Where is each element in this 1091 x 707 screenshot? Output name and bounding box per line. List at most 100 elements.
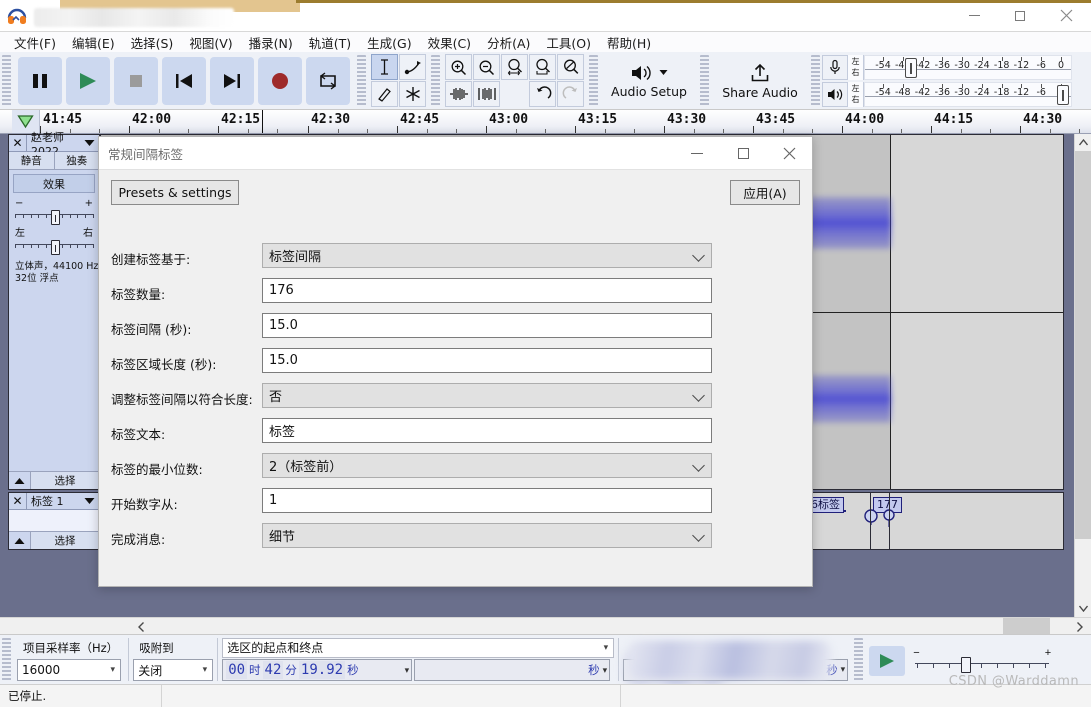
menu-view[interactable]: 视图(V) — [181, 31, 240, 54]
record-meter[interactable]: 左右 -54 -48 -42 -36 -30 -24 -18 -12 -6 0 — [822, 54, 1072, 80]
tools-toolbar-grip[interactable] — [357, 55, 366, 106]
window-minimize-button[interactable] — [951, 0, 997, 31]
mute-button[interactable]: 静音 — [9, 152, 55, 169]
multi-tool[interactable] — [399, 81, 426, 107]
track-close-button[interactable]: ✕ — [9, 135, 27, 151]
menu-tools[interactable]: 工具(O) — [538, 31, 599, 54]
selection-tool[interactable] — [371, 54, 398, 80]
play-at-speed-button[interactable] — [869, 645, 906, 676]
pan-slider[interactable]: 左 右 — [15, 229, 94, 255]
completion-message-select[interactable]: 细节 — [262, 523, 712, 548]
start-minutes[interactable]: 42 — [262, 661, 284, 679]
start-numbering-input[interactable]: 1 — [262, 488, 712, 513]
share-audio-toolbar-grip[interactable] — [700, 55, 709, 106]
create-labels-based-on-select[interactable]: 标签间隔 — [262, 243, 712, 268]
menu-effect[interactable]: 效果(C) — [420, 31, 479, 54]
pan-slider-track[interactable] — [15, 240, 94, 255]
gain-slider[interactable]: − + — [15, 199, 94, 225]
trim-audio-button[interactable] — [445, 81, 472, 107]
undo-button[interactable] — [529, 81, 556, 107]
menu-analyze[interactable]: 分析(A) — [479, 31, 538, 54]
collapse-track-button[interactable] — [9, 472, 31, 489]
start-seconds[interactable]: 19.92 — [298, 661, 346, 679]
dialog-maximize-button[interactable] — [720, 137, 766, 169]
fit-selection-button[interactable] — [501, 54, 528, 80]
gain-slider-thumb[interactable] — [51, 210, 60, 225]
menu-file[interactable]: 文件(F) — [6, 31, 64, 54]
label-track-close-button[interactable]: ✕ — [9, 493, 27, 509]
presets-and-settings-button[interactable]: Presets & settings — [111, 180, 239, 205]
audio-setup-button[interactable]: Audio Setup — [603, 55, 695, 107]
selection-mode-select[interactable]: 选区的起点和终点 ▾ — [222, 637, 615, 658]
window-close-button[interactable] — [1043, 0, 1089, 31]
zoom-toggle-button[interactable] — [557, 54, 584, 80]
minimum-digits-select[interactable]: 2（标签前） — [262, 453, 712, 478]
audio-position-stepper[interactable]: ▾ — [841, 664, 846, 675]
scroll-down-button[interactable] — [1075, 600, 1091, 617]
stop-button[interactable] — [114, 56, 158, 105]
loop-button[interactable] — [306, 56, 350, 105]
share-audio-button[interactable]: Share Audio — [714, 55, 806, 107]
number-of-labels-input[interactable]: 176 — [262, 278, 712, 303]
dialog-minimize-button[interactable] — [674, 137, 720, 169]
play-speed-toolbar-grip[interactable] — [854, 638, 864, 681]
audio-setup-toolbar-grip[interactable] — [589, 55, 598, 106]
label-handle-0-icon[interactable] — [861, 509, 881, 525]
label-region-length-input[interactable]: 15.0 — [262, 348, 712, 373]
skip-to-start-button[interactable] — [162, 56, 206, 105]
menu-select[interactable]: 选择(S) — [123, 31, 182, 54]
snap-to-select[interactable]: 关闭 ▾ — [133, 659, 214, 681]
scroll-left-button[interactable] — [133, 618, 150, 635]
play-meter-thumb[interactable] — [1056, 84, 1069, 105]
transport-toolbar-grip[interactable] — [2, 55, 11, 106]
pan-slider-thumb[interactable] — [51, 240, 60, 255]
menu-tracks[interactable]: 轨道(T) — [301, 31, 359, 54]
gain-slider-track[interactable] — [15, 210, 94, 225]
pause-button[interactable] — [18, 56, 62, 105]
label-collapse-button[interactable] — [9, 532, 31, 549]
selection-toolbar-grip[interactable] — [2, 638, 11, 681]
play-meter[interactable]: 左右 -54-48-42-36-30-24-18-12-60 — [822, 81, 1072, 107]
label-interval-input[interactable]: 15.0 — [262, 313, 712, 338]
select-track-button[interactable]: 选择 — [31, 472, 99, 489]
start-hours[interactable]: 00 — [226, 661, 248, 679]
redo-button[interactable] — [557, 81, 584, 107]
speaker-small-icon[interactable] — [822, 81, 848, 107]
window-maximize-button[interactable] — [997, 0, 1043, 31]
effects-button[interactable]: 效果 — [13, 174, 95, 193]
vertical-scrollbar-thumb[interactable] — [1075, 151, 1091, 539]
microphone-icon[interactable] — [822, 54, 848, 80]
track-control-panel-label[interactable]: ✕ 标签 1 选择 — [8, 492, 100, 550]
vertical-scrollbar[interactable] — [1074, 134, 1091, 617]
start-time-stepper[interactable]: ▾ — [405, 665, 410, 676]
playback-speed-thumb[interactable] — [961, 656, 972, 673]
timeline-ruler[interactable]: 41:45 42:00 42:15 42:30 42:45 43:00 43:15 43:30… — [0, 110, 1091, 134]
skip-to-end-button[interactable] — [210, 56, 254, 105]
zoom-out-button[interactable] — [473, 54, 500, 80]
dialog-close-button[interactable] — [766, 137, 812, 169]
label-text-input[interactable]: 标签 — [262, 418, 712, 443]
project-rate-select[interactable]: 16000 ▾ — [17, 659, 121, 681]
play-button[interactable] — [66, 56, 110, 105]
envelope-tool[interactable] — [399, 54, 426, 80]
end-time-stepper[interactable]: ▾ — [603, 665, 608, 676]
apply-button[interactable]: 应用(A) — [730, 180, 800, 205]
track-menu-dropdown[interactable] — [79, 139, 99, 147]
fit-project-button[interactable] — [529, 54, 556, 80]
menu-edit[interactable]: 编辑(E) — [64, 31, 123, 54]
label-track-menu-dropdown[interactable] — [79, 497, 99, 505]
record-button[interactable] — [258, 56, 302, 105]
record-meter-thumb[interactable] — [904, 57, 917, 78]
scroll-up-button[interactable] — [1075, 134, 1091, 151]
draw-tool[interactable] — [371, 81, 398, 107]
menu-transport[interactable]: 播录(N) — [241, 31, 301, 54]
silence-audio-button[interactable] — [473, 81, 500, 107]
edit-toolbar-grip[interactable] — [431, 55, 440, 106]
scroll-right-button[interactable] — [1071, 618, 1088, 635]
menu-help[interactable]: 帮助(H) — [599, 31, 659, 54]
meter-toolbar-grip[interactable] — [811, 55, 820, 106]
horizontal-scrollbar-thumb[interactable] — [1003, 618, 1050, 634]
menu-generate[interactable]: 生成(G) — [359, 31, 419, 54]
zoom-in-button[interactable] — [445, 54, 472, 80]
solo-button[interactable]: 独奏 — [54, 152, 99, 169]
